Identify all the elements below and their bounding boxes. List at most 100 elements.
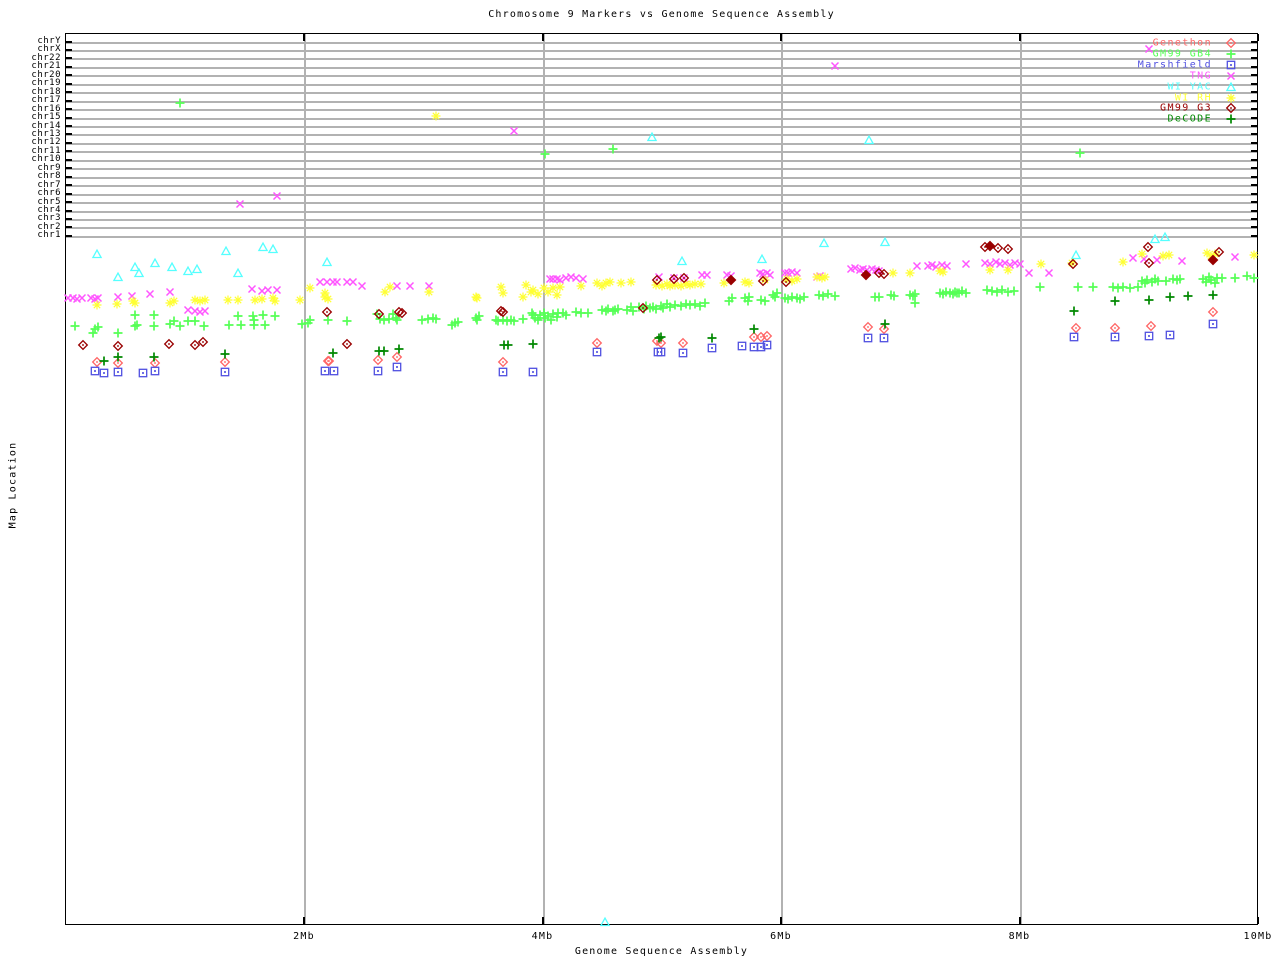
marshfield-point: [220, 367, 231, 378]
decode-point: [327, 348, 338, 359]
gm99-g3-point: [197, 336, 208, 348]
gm99-g3-point: [679, 272, 690, 284]
y-tick-right: [1251, 116, 1257, 119]
y-tick-right: [1251, 150, 1257, 153]
wi-yac-point: [756, 253, 768, 265]
y-tick-left: [66, 209, 72, 212]
gm99-g3-point: [321, 306, 332, 318]
decode-point: [1182, 291, 1193, 302]
y-tick-right: [1251, 65, 1257, 68]
gm99-gb4-point: [474, 311, 485, 322]
chromosome-gridline: [66, 41, 1257, 44]
x-gridline-8mb: [1019, 34, 1022, 924]
y-tick-right: [1251, 57, 1257, 60]
decode-point: [1164, 292, 1175, 303]
y-tick-left: [66, 108, 72, 111]
marshfield-point: [1207, 319, 1218, 330]
marshfield-point: [736, 341, 747, 352]
legend-label-marshfield: Marshfield: [1137, 59, 1212, 71]
chromosome-gridline: [66, 159, 1257, 162]
wi-rh-point: [625, 277, 636, 288]
legend-label-tng: TNG: [1189, 70, 1212, 82]
wi-rh-point: [1002, 265, 1013, 276]
wi-rh-point: [322, 294, 333, 305]
wi-rh-point: [1249, 250, 1260, 261]
wi-yac-point: [166, 261, 177, 273]
chromosome-gridline: [66, 49, 1257, 52]
gm99-gb4-point: [70, 321, 81, 332]
tng-point: [246, 284, 257, 295]
gm99-g3-point: [341, 338, 353, 350]
legend-marker-tng: [1226, 70, 1237, 81]
chromosome-gridline: [66, 117, 1257, 120]
y-tick-right: [1251, 74, 1257, 77]
gm99-g3-point: [112, 340, 124, 352]
marshfield-point: [328, 366, 339, 377]
y-tick-left: [66, 226, 72, 229]
marshfield-point: [863, 333, 874, 344]
tng-point: [357, 281, 368, 292]
chromosome-gridline: [66, 134, 1257, 137]
x-tick-top: [541, 34, 544, 41]
y-tick-right: [1251, 158, 1257, 161]
marshfield-point: [498, 367, 509, 378]
decode-point: [1069, 306, 1080, 317]
y-tick-right: [1251, 184, 1257, 187]
legend-marker-decode: [1226, 114, 1237, 125]
y-tick-left: [66, 201, 72, 204]
y-tick-left: [66, 158, 72, 161]
marshfield-point: [878, 333, 889, 344]
chromosome-gridline: [66, 210, 1257, 213]
marshfield-point: [761, 340, 772, 351]
chromosome-gridline: [66, 193, 1257, 196]
x-tick-top: [303, 34, 305, 41]
tng-point: [960, 259, 971, 270]
wi-rh-point: [431, 111, 442, 122]
gm99-gb4-point: [960, 288, 971, 299]
x-tick-label-10Mb: 10Mb: [1243, 931, 1273, 942]
wi-yac-point: [818, 237, 830, 249]
y-tick-right: [1251, 141, 1257, 144]
wi-rh-point: [743, 278, 754, 289]
gm99-gb4-point: [727, 293, 738, 304]
wi-yac-point: [1159, 231, 1171, 243]
wi-rh-point: [471, 293, 482, 304]
y-tick-left: [66, 192, 72, 195]
marshfield-point: [112, 367, 123, 378]
y-tick-left: [66, 65, 72, 68]
y-tick-left: [66, 99, 72, 102]
wi-yac-point: [134, 267, 145, 279]
wi-rh-point: [605, 277, 616, 288]
wi-rh-point: [169, 296, 180, 307]
y-tick-right: [1251, 91, 1257, 94]
gm99-gb4-point: [1217, 273, 1228, 284]
gm99-gb4-point: [743, 292, 754, 303]
y-tick-left: [66, 91, 72, 94]
marshfield-point: [98, 368, 109, 379]
gm99-g3-point: [668, 273, 679, 285]
gm99-g3-point: [757, 275, 769, 287]
wi-rh-point: [1163, 250, 1174, 261]
x-gridline-6mb: [781, 34, 783, 924]
tng-point: [200, 306, 211, 317]
gm99-gb4-point: [699, 298, 710, 309]
y-tick-left: [66, 184, 72, 187]
gm99-gb4-point: [248, 320, 259, 331]
chromosome-gridline: [66, 100, 1257, 103]
wi-rh-point: [904, 268, 915, 279]
gm99-g3-point: [1002, 243, 1013, 255]
marshfield-point: [138, 368, 149, 379]
wi-rh-point: [384, 282, 395, 293]
wi-yac-point: [864, 134, 875, 146]
gm99-gb4-point: [1249, 273, 1260, 284]
marshfield-point: [1144, 331, 1155, 342]
gm99-g3-point: [164, 338, 175, 350]
y-tick-right: [1251, 209, 1257, 212]
wi-yac-point: [233, 267, 244, 279]
x-tick-bottom: [1257, 917, 1259, 924]
gm99-g3-point: [984, 240, 996, 252]
wi-yac-point: [646, 131, 658, 143]
x-tick-bottom: [541, 917, 544, 924]
y-tick-label-chr1: chr1: [37, 230, 61, 241]
legend-label-decode: DeCODE: [1167, 113, 1212, 125]
